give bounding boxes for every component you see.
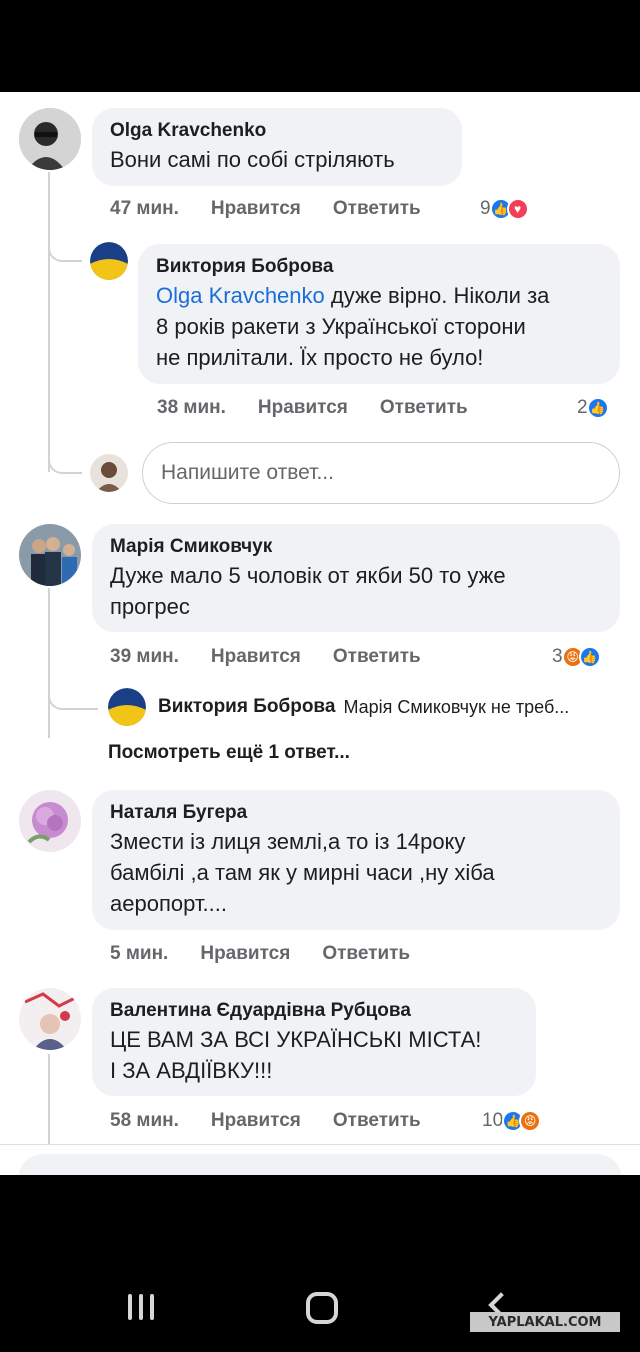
thread-connector (48, 452, 82, 474)
reply-bubble: Виктория Боброва Olga Kravchenko дуже ві… (138, 244, 620, 384)
collapsed-reply-text: Марія Смиковчук не треб... (343, 696, 570, 717)
divider (0, 1144, 640, 1145)
recent-apps-icon[interactable] (128, 1294, 154, 1320)
reaction-count: 9 (480, 198, 491, 219)
comment-actions: 58 мин. Нравится Ответить (110, 1110, 453, 1132)
reply-text-line3: не прилітали. Їх просто не було! (156, 345, 484, 370)
home-icon[interactable] (306, 1292, 338, 1324)
reply-text-line1: дуже вірно. Ніколи за (324, 283, 550, 308)
reply-button[interactable]: Ответить (333, 1110, 421, 1132)
comment-time[interactable]: 39 мин. (110, 646, 179, 668)
comment-text: Вони самі по собі стріляють (110, 147, 395, 172)
avatar[interactable] (19, 108, 81, 170)
comment-text-line2: бамбілі ,а там як у мирні часи ,ну хіба (110, 860, 495, 885)
like-button[interactable]: Нравится (211, 646, 301, 668)
comment-time[interactable]: 5 мин. (110, 943, 168, 965)
avatar[interactable] (19, 988, 81, 1050)
comment-text-line3: аеропорт.... (110, 891, 227, 916)
reply-actions: 38 мин. Нравится Ответить (157, 397, 500, 419)
comment-bubble: Наталя Бугера Змести із лиця землі,а то … (92, 790, 620, 930)
reaction-count: 10 (482, 1110, 504, 1131)
comment-author[interactable]: Марія Смиковчук (110, 534, 602, 560)
like-button[interactable]: Нравится (211, 198, 301, 220)
comment-actions: 47 мин. Нравится Ответить (110, 198, 453, 220)
thread-connector (48, 232, 82, 262)
view-more-replies-link[interactable]: Посмотреть ещё 1 ответ... (108, 742, 350, 764)
comment-text-line1: Дуже мало 5 чоловік от якби 50 то уже (110, 563, 506, 588)
status-bar (0, 0, 640, 92)
reply-button[interactable]: Ответить (380, 397, 468, 419)
reply-button[interactable]: Ответить (333, 646, 421, 668)
reactions[interactable]: 10 👍 😡 (482, 1110, 542, 1132)
love-reaction-icon: ♥ (506, 198, 529, 220)
reply-text: Olga Kravchenko дуже вірно. Ніколи за (156, 280, 602, 311)
reaction-count: 2 (577, 397, 588, 418)
like-button[interactable]: Нравится (211, 1110, 301, 1132)
comment-bubble: Марія Смиковчук Дуже мало 5 чоловік от я… (92, 524, 620, 632)
reactions[interactable]: 2 👍 (577, 397, 609, 419)
thread-line (48, 172, 50, 472)
reply-author[interactable]: Виктория Боброва (156, 254, 602, 280)
reply-button[interactable]: Ответить (333, 198, 421, 220)
watermark: YAPLAKAL.COM (470, 1312, 620, 1332)
collapsed-reply-author: Виктория Боброва (158, 696, 336, 717)
angry-reaction-icon: 😡 (519, 1110, 542, 1132)
reply-time[interactable]: 38 мин. (157, 397, 226, 419)
comment-time[interactable]: 58 мин. (110, 1110, 179, 1132)
reactions[interactable]: 9 👍 ♥ (480, 198, 529, 220)
reply-input-placeholder: Напишите ответ... (161, 461, 334, 484)
like-reaction-icon: 👍 (586, 397, 609, 419)
comment-actions: 5 мин. Нравится Ответить (110, 943, 442, 965)
reaction-count: 3 (552, 646, 563, 667)
comment-time[interactable]: 47 мин. (110, 198, 179, 220)
like-button[interactable]: Нравится (200, 943, 290, 965)
reactions[interactable]: 3 😡 👍 (552, 646, 601, 668)
reply-button[interactable]: Ответить (322, 943, 410, 965)
reply-text-line2: 8 років ракети з Української сторони (156, 314, 526, 339)
comment-text-line2: І ЗА АВДІЇВКУ!!! (110, 1058, 273, 1083)
like-reaction-icon: 👍 (578, 646, 601, 668)
comment-text-line1: ЦЕ ВАМ ЗА ВСІ УКРАЇНСЬКІ МІСТА! (110, 1027, 482, 1052)
comment-author[interactable]: Наталя Бугера (110, 800, 602, 826)
mention-link[interactable]: Olga Kravchenko (156, 283, 325, 308)
comment-author[interactable]: Olga Kravchenko (110, 118, 444, 144)
avatar[interactable] (19, 524, 81, 586)
comments-section: Olga Kravchenko Вони самі по собі стріля… (0, 92, 640, 1175)
avatar[interactable] (90, 242, 128, 280)
comment-text-line2: прогрес (110, 594, 190, 619)
thread-line (48, 1054, 50, 1144)
avatar[interactable] (19, 790, 81, 852)
reply-input[interactable]: Напишите ответ... (142, 442, 620, 504)
comment-input[interactable] (18, 1154, 622, 1175)
like-button[interactable]: Нравится (258, 397, 348, 419)
thread-line (48, 588, 50, 738)
collapsed-reply[interactable]: Виктория Боброва Марія Смиковчук не треб… (108, 688, 569, 726)
comment-author[interactable]: Валентина Єдуардівна Рубцова (110, 998, 518, 1024)
current-user-avatar (90, 454, 128, 492)
comment-bubble: Olga Kravchenko Вони самі по собі стріля… (92, 108, 462, 186)
thread-connector (48, 682, 98, 710)
comment-text-line1: Змести із лиця землі,а то із 14року (110, 829, 466, 854)
avatar (108, 688, 146, 726)
comment-bubble: Валентина Єдуардівна Рубцова ЦЕ ВАМ ЗА В… (92, 988, 536, 1096)
comment-actions: 39 мин. Нравится Ответить (110, 646, 453, 668)
